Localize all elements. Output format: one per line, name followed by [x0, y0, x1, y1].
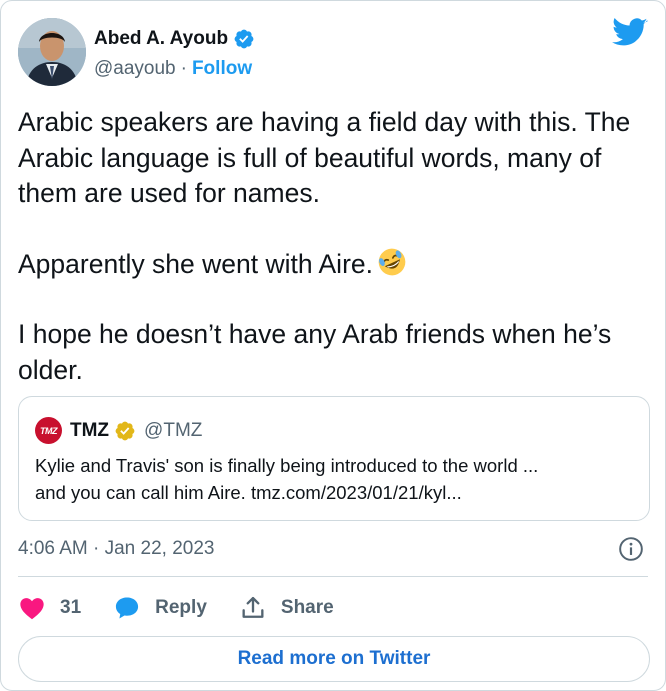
- author-handle[interactable]: @aayoub: [94, 58, 176, 80]
- tweet-header: Abed A. Ayoub @aayoub · Follow: [18, 18, 648, 88]
- tweet-actions: 31 Reply Share: [18, 591, 366, 625]
- tweet-paragraph-text: Apparently she went with Aire.: [18, 248, 373, 279]
- tmz-avatar[interactable]: TMZ: [35, 417, 62, 444]
- tmz-logo-text: TMZ: [40, 425, 58, 436]
- rolling-on-floor-laughing-emoji-icon: [378, 248, 406, 275]
- like-button[interactable]: 31: [18, 594, 81, 622]
- tweet-paragraph: Arabic speakers are having a field day w…: [18, 107, 631, 208]
- share-label: Share: [280, 597, 334, 618]
- embedded-tweet-card: Abed A. Ayoub @aayoub · Follow Arabic sp…: [0, 0, 666, 691]
- quoted-author-name: TMZ: [70, 419, 110, 441]
- author-name[interactable]: Abed A. Ayoub: [94, 28, 228, 50]
- separator-dot: ·: [180, 58, 187, 79]
- info-icon[interactable]: [618, 536, 644, 562]
- share-upload-icon: [242, 596, 264, 618]
- quoted-tweet-text: Kylie and Travis' son is finally being i…: [35, 452, 635, 506]
- follow-button[interactable]: Follow: [192, 58, 252, 80]
- like-count: 31: [60, 597, 82, 618]
- quoted-author-handle: @TMZ: [144, 419, 203, 441]
- tweet-body: Arabic speakers are having a field day w…: [18, 105, 648, 388]
- author-name-row: Abed A. Ayoub: [94, 28, 255, 50]
- share-button[interactable]: Share: [239, 594, 334, 622]
- tweet-timestamp[interactable]: 4:06 AM · Jan 22, 2023: [18, 538, 214, 560]
- verified-badge-icon: [234, 29, 254, 49]
- tweet-paragraph-with-emoji: Apparently she went with Aire.: [18, 247, 648, 283]
- reply-button[interactable]: Reply: [113, 594, 207, 622]
- author-handle-row: @aayoub · Follow: [94, 58, 252, 80]
- divider: [18, 576, 648, 577]
- heart-icon: [20, 598, 44, 620]
- gold-verified-badge-icon: [115, 421, 135, 440]
- tweet-paragraph: I hope he doesn’t have any Arab friends …: [18, 319, 612, 385]
- quoted-tweet[interactable]: TMZ TMZ @TMZ Kylie and Travis' son is fi…: [18, 396, 650, 521]
- reply-bubble-icon: [116, 597, 139, 619]
- quoted-text-line: and you can call him Aire. tmz.com/2023/…: [35, 482, 462, 503]
- read-more-button[interactable]: Read more on Twitter: [18, 636, 650, 682]
- twitter-bird-icon[interactable]: [612, 18, 648, 48]
- avatar-image: [18, 18, 86, 86]
- quoted-tweet-header: TMZ TMZ @TMZ: [35, 417, 202, 444]
- avatar[interactable]: [18, 18, 86, 86]
- quoted-text-line: Kylie and Travis' son is finally being i…: [35, 455, 539, 476]
- reply-label: Reply: [155, 597, 207, 618]
